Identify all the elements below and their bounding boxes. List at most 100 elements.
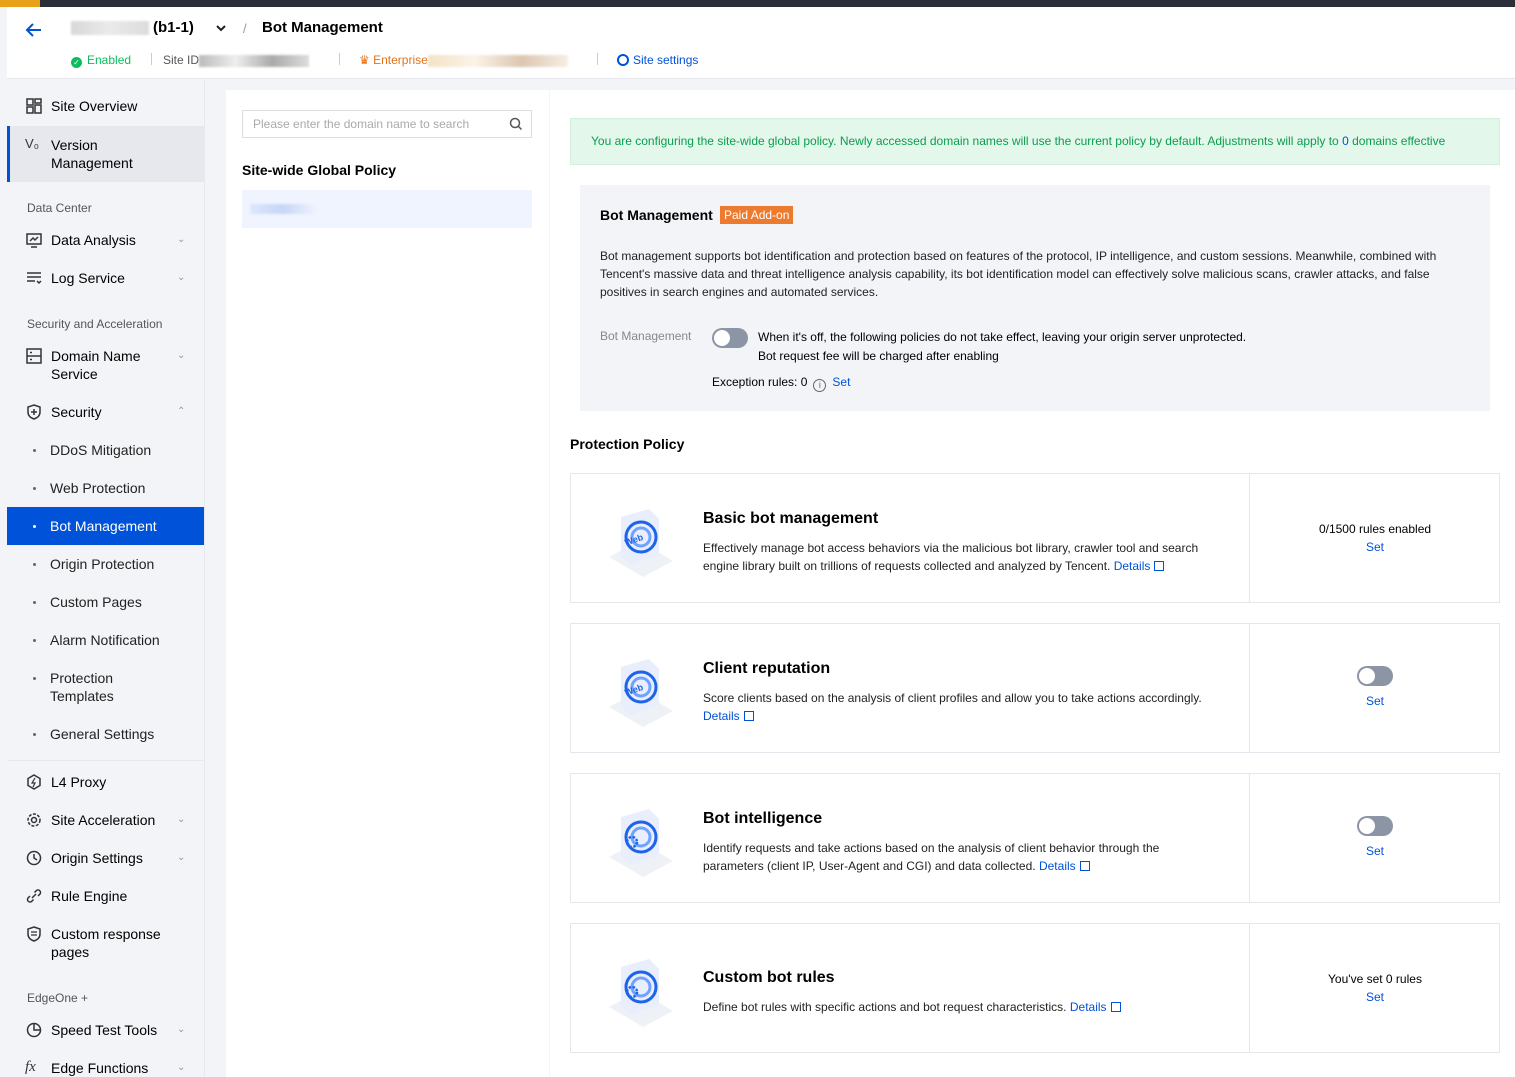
sidebar-item-label: General Settings bbox=[50, 726, 155, 742]
monitor-chart-icon bbox=[26, 233, 42, 248]
version-icon: V₀ bbox=[25, 136, 40, 151]
bullet bbox=[33, 677, 36, 680]
policy-card-custom-bot-rules: Custom bot rules Define bot rules with s… bbox=[570, 923, 1500, 1053]
chevron-down-icon[interactable] bbox=[215, 22, 227, 34]
sidebar-item-custom-response-pages[interactable]: Custom response pages bbox=[7, 925, 204, 963]
search-icon[interactable] bbox=[509, 117, 523, 131]
chevron-down-icon: ⌄ bbox=[177, 852, 186, 863]
policy-set-link[interactable]: Set bbox=[1250, 844, 1500, 858]
sidebar-item-domain-name-service[interactable]: Domain Name Service ⌄ bbox=[7, 347, 204, 385]
policy-description-text: Identify requests and take actions based… bbox=[703, 841, 1160, 873]
external-link-icon[interactable] bbox=[1079, 861, 1090, 871]
site-settings-link[interactable]: Site settings bbox=[617, 53, 698, 67]
sidebar-item-site-acceleration[interactable]: Site Acceleration ⌄ bbox=[7, 811, 204, 831]
exception-rules-set-link[interactable]: Set bbox=[832, 375, 850, 389]
policy-status-area: 0/1500 rules enabled Set bbox=[1250, 474, 1500, 602]
policy-set-link[interactable]: Set bbox=[1250, 694, 1500, 708]
sidebar-item-ddos-mitigation[interactable]: DDoS Mitigation bbox=[7, 441, 204, 461]
policy-set-link[interactable]: Set bbox=[1250, 990, 1500, 1004]
sidebar-item-security[interactable]: Security ⌃ bbox=[7, 403, 204, 423]
sidebar-item-label: Management bbox=[51, 155, 133, 171]
sidebar-item-label: Origin Settings bbox=[51, 850, 143, 866]
status-text: Enabled bbox=[87, 53, 132, 67]
sidebar-item-origin-settings[interactable]: Origin Settings ⌄ bbox=[7, 849, 204, 869]
chevron-down-icon: ⌄ bbox=[177, 350, 186, 361]
external-link-icon[interactable] bbox=[1154, 561, 1165, 571]
sidebar-item-version-management[interactable]: V₀ Version Management bbox=[7, 126, 204, 182]
sidebar-item-origin-protection[interactable]: Origin Protection bbox=[7, 555, 204, 575]
policy-set-link[interactable]: Set bbox=[1250, 540, 1500, 554]
policy-description-text: Define bot rules with specific actions a… bbox=[703, 1000, 1067, 1014]
toggle-hint-fee: Bot request fee will be charged after en… bbox=[758, 349, 999, 363]
nav-group-security-acceleration: Security and Acceleration bbox=[27, 317, 163, 331]
policy-card-client-reputation: Web Client reputation Score clients base… bbox=[570, 623, 1500, 753]
notice-count[interactable]: 0 bbox=[1342, 134, 1349, 148]
log-list-icon bbox=[27, 272, 42, 285]
web-shield-illustration-icon: Web bbox=[609, 659, 673, 727]
sidebar-item-general-settings[interactable]: General Settings bbox=[7, 725, 204, 745]
sidebar-item-edge-functions[interactable]: fx Edge Functions ⌄ bbox=[7, 1059, 204, 1077]
bot-management-toggle[interactable] bbox=[712, 328, 748, 348]
sidebar-item-label: Rule Engine bbox=[51, 888, 128, 904]
chevron-down-icon: ⌄ bbox=[177, 814, 186, 825]
policy-status-area: Set bbox=[1250, 624, 1500, 752]
details-link[interactable]: Details bbox=[1070, 1000, 1107, 1014]
policy-description: Identify requests and take actions based… bbox=[703, 839, 1223, 875]
sidebar-item-label: Data Analysis bbox=[51, 232, 136, 248]
site-id-label: Site ID bbox=[163, 53, 200, 67]
details-link[interactable]: Details bbox=[1114, 559, 1151, 573]
sidebar-item-web-protection[interactable]: Web Protection bbox=[7, 479, 204, 499]
sidebar-item-label: Speed Test Tools bbox=[51, 1022, 158, 1038]
shield-list-icon bbox=[27, 926, 41, 942]
pie-chart-icon bbox=[26, 1022, 42, 1038]
server-icon bbox=[26, 348, 42, 364]
sidebar-item-label: Origin Protection bbox=[50, 556, 155, 572]
sidebar-item-speed-test-tools[interactable]: Speed Test Tools ⌄ bbox=[7, 1021, 204, 1041]
external-link-icon[interactable] bbox=[743, 711, 754, 721]
sidebar-item-label: Version bbox=[51, 137, 98, 153]
policy-status-area: Set bbox=[1250, 774, 1500, 902]
check-circle-icon: ✓ bbox=[71, 57, 82, 68]
redacted-site-name bbox=[71, 21, 149, 36]
bullet bbox=[33, 733, 36, 736]
domain-panel: Site-wide Global Policy bbox=[226, 90, 549, 1077]
info-icon[interactable]: i bbox=[813, 379, 827, 392]
sidebar-item-protection-templates[interactable]: Protection Templates bbox=[7, 669, 204, 707]
window-top-strip bbox=[0, 0, 1515, 7]
sidebar-item-log-service[interactable]: Log Service ⌄ bbox=[7, 269, 204, 289]
bullet bbox=[33, 563, 36, 566]
sidebar-item-data-analysis[interactable]: Data Analysis ⌄ bbox=[7, 231, 204, 251]
bullet bbox=[33, 449, 36, 452]
policy-title: Client reputation bbox=[703, 660, 831, 677]
domain-search-input[interactable] bbox=[243, 111, 493, 137]
sidebar-item-rule-engine[interactable]: Rule Engine bbox=[7, 887, 204, 907]
sidebar-item-bot-management[interactable]: Bot Management bbox=[7, 507, 204, 545]
bullet bbox=[33, 487, 36, 490]
sidebar-item-label: Web Protection bbox=[50, 480, 146, 496]
gear-icon bbox=[617, 54, 629, 66]
sidebar-item-alarm-notification[interactable]: Alarm Notification bbox=[7, 631, 204, 651]
sidebar-item-custom-pages[interactable]: Custom Pages bbox=[7, 593, 204, 613]
details-link[interactable]: Details bbox=[1039, 859, 1076, 873]
bullet bbox=[33, 525, 36, 528]
details-link[interactable]: Details bbox=[703, 709, 740, 723]
global-policy-item[interactable] bbox=[242, 190, 532, 228]
back-arrow-icon[interactable] bbox=[23, 19, 45, 41]
chevron-down-icon: ⌄ bbox=[177, 1024, 186, 1035]
link-icon bbox=[26, 889, 42, 903]
site-selector[interactable]: (b1-1) bbox=[71, 19, 194, 36]
bot-management-description: Bot management supports bot identificati… bbox=[600, 249, 1437, 299]
external-link-icon[interactable] bbox=[1110, 1002, 1121, 1012]
policy-description: Define bot rules with specific actions a… bbox=[703, 998, 1223, 1016]
policy-toggle[interactable] bbox=[1357, 666, 1393, 686]
active-indicator bbox=[7, 126, 10, 182]
sidebar-item-site-overview[interactable]: Site Overview bbox=[7, 97, 204, 117]
sidebar-item-label: pages bbox=[51, 944, 90, 960]
bullet bbox=[33, 639, 36, 642]
sidebar-item-label: Site Overview bbox=[51, 98, 138, 114]
policy-toggle[interactable] bbox=[1357, 816, 1393, 836]
gear-shield-illustration-icon bbox=[609, 959, 673, 1027]
sidebar-item-label: DDoS Mitigation bbox=[50, 442, 152, 458]
sidebar-item-l4-proxy[interactable]: L4 Proxy bbox=[7, 773, 204, 793]
chevron-down-icon: ⌄ bbox=[177, 272, 186, 283]
